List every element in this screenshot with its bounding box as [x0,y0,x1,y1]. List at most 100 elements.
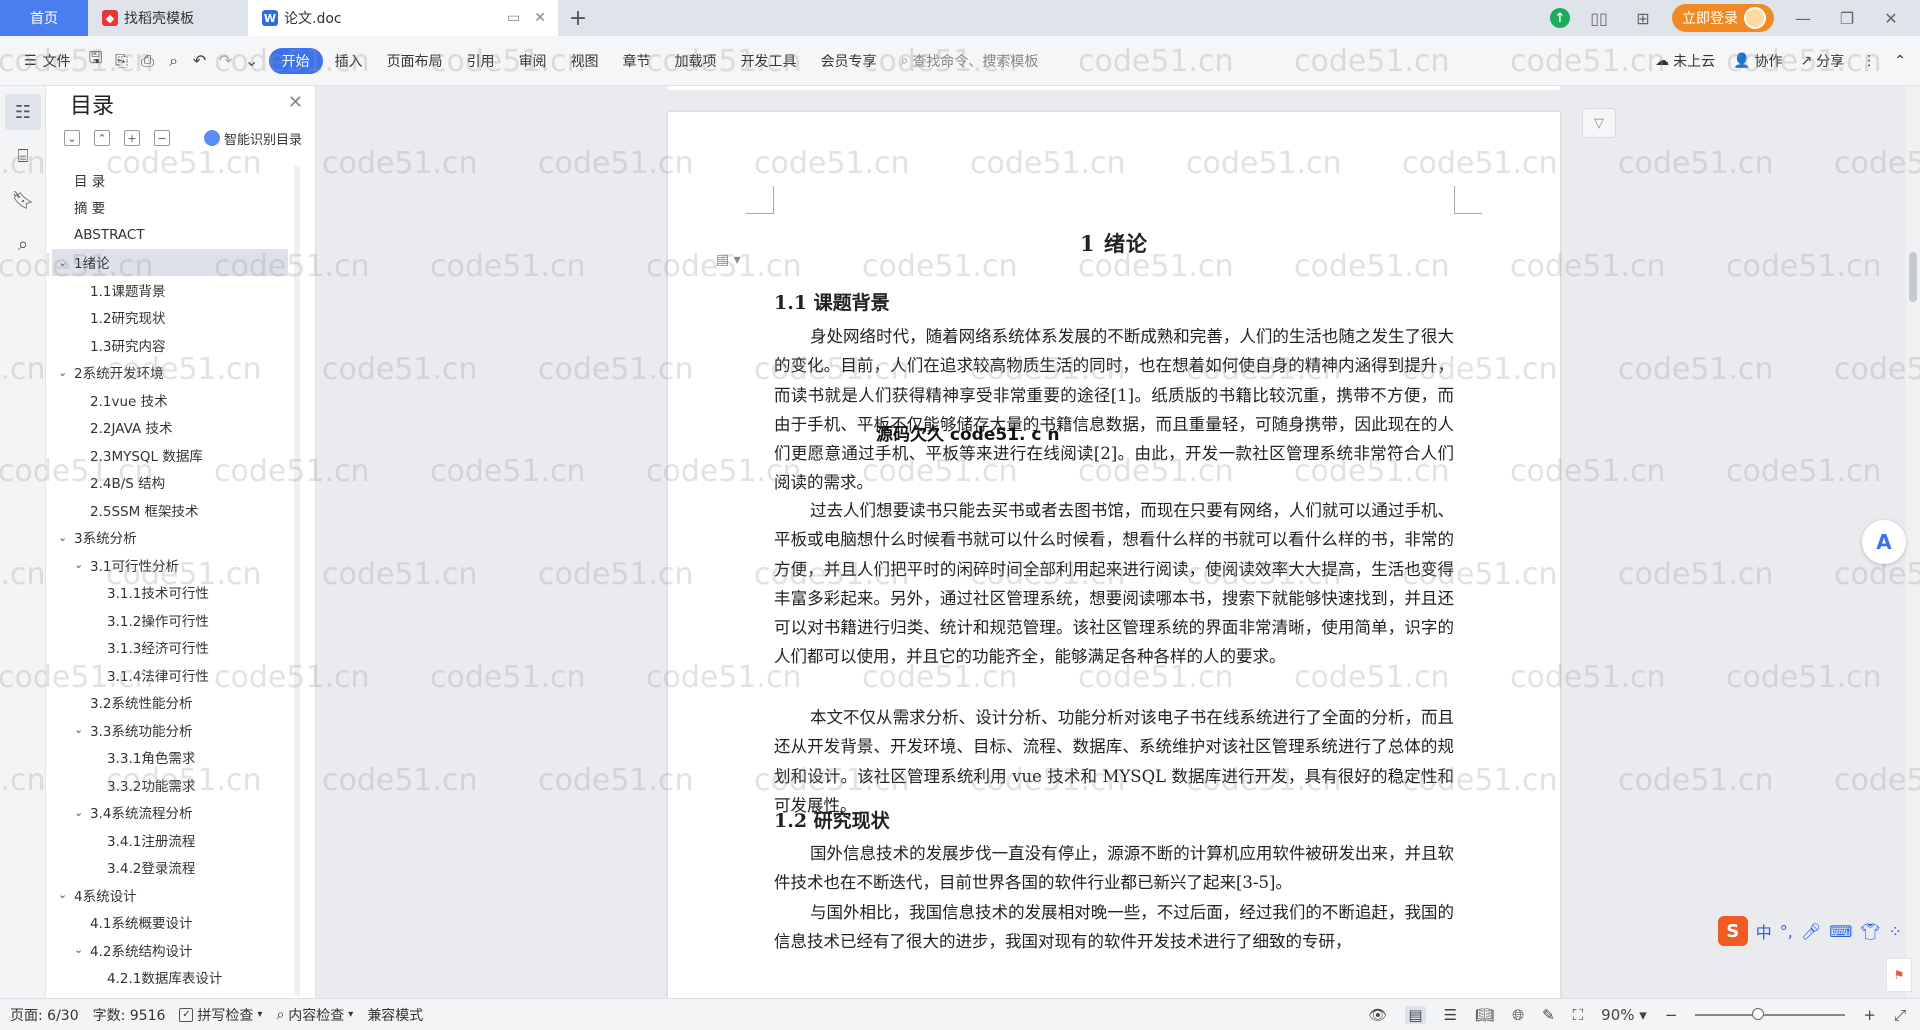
print-icon[interactable]: ⎙ [135,48,161,74]
quick-access-dropdown-icon[interactable]: ⌄ [239,48,265,74]
close-window-icon[interactable]: ✕ [1876,3,1906,33]
close-tab-icon[interactable]: ✕ [534,10,546,26]
reading-view-icon[interactable]: 📖︎ [1475,1006,1494,1024]
ribbon-tab[interactable]: 视图 [559,48,611,74]
export-icon[interactable]: ⎘ [109,48,135,74]
toc-item[interactable]: ⌄ 3.3系统功能分析 [52,716,288,744]
toc-item[interactable]: 4.1系统概要设计 [52,909,288,937]
toc-item[interactable]: ABSTRACT [52,221,288,249]
more-icon[interactable]: ⋮ [1862,53,1876,69]
zoom-slider[interactable] [1695,1008,1846,1020]
chevron-down-icon[interactable]: ⌄ [58,531,67,544]
assistant-icon[interactable]: A [1862,520,1906,564]
toc-item[interactable]: 3.1.4法律可行性 [52,661,288,689]
toc-panel-icon[interactable]: ☷ [5,94,41,130]
new-tab-button[interactable]: + [558,0,598,36]
toc-item[interactable]: 3.1.3经济可行性 [52,634,288,662]
login-button[interactable]: 立即登录 [1672,4,1774,32]
share-button[interactable]: ↗ 分享 [1801,51,1845,71]
toc-item[interactable]: 3.3.1角色需求 [52,744,288,772]
collab-button[interactable]: 👤 协作 [1733,51,1782,71]
ribbon-tab[interactable]: 章节 [611,48,663,74]
filter-icon[interactable]: ▽ [1582,108,1616,138]
outline-view-icon[interactable]: ☰ [1444,1006,1457,1024]
zoom-out-icon[interactable]: − [1665,1006,1678,1024]
save-icon[interactable]: 🖫 [83,48,109,74]
toc-item[interactable]: 3.2系统性能分析 [52,689,288,717]
bookmark-icon[interactable]: 🔖︎ [5,182,41,218]
remove-heading-icon[interactable]: − [154,130,170,146]
toc-item[interactable]: ⌄ 2系统开发环境 [52,359,288,387]
toc-item[interactable]: ⌄ 3.1可行性分析 [52,551,288,579]
file-menu[interactable]: ☰ 文件 [12,48,83,74]
toc-item[interactable]: ⌄ 4.2系统结构设计 [52,936,288,964]
vertical-scrollbar[interactable] [1906,86,1920,998]
zoom-level[interactable]: 90% ▾ [1601,1006,1647,1024]
document-page[interactable]: ▤ ▾ 1 绪论 1.1 课题背景 身处网络时代，随着网络系统体系发展的不断成熟… [668,112,1560,998]
toc-item[interactable]: 2.2JAVA 技术 [52,414,288,442]
chevron-down-icon[interactable]: ⌄ [58,888,67,901]
toc-item[interactable]: 1.3研究内容 [52,331,288,359]
navigation-icon[interactable]: ⌸ [5,138,41,174]
toc-item[interactable]: 2.3MYSQL 数据库 [52,441,288,469]
zoom-slider-knob[interactable] [1752,1008,1765,1020]
fullscreen-icon[interactable]: ⤢ [1894,1006,1906,1024]
toc-item[interactable]: 3.1.1技术可行性 [52,579,288,607]
toc-item[interactable]: 2.5SSM 框架技术 [52,496,288,524]
toc-item[interactable]: 目 录 [52,166,288,194]
chevron-down-icon[interactable]: ⌄ [74,558,83,571]
toc-item[interactable]: 3.3.2功能需求 [52,771,288,799]
chevron-down-icon[interactable]: ⌄ [74,723,83,736]
tab-template[interactable]: ◆ 找稻壳模板 [88,0,248,36]
find-icon[interactable]: ⌕ [5,226,41,262]
scrollbar-thumb[interactable] [1909,252,1917,302]
toc-item[interactable]: 摘 要 [52,194,288,222]
spell-check-toggle[interactable]: ✓ 拼写检查 ▾ [179,1005,262,1025]
layout-icon[interactable]: ▯▯ [1584,3,1614,33]
ribbon-tab[interactable]: 开发工具 [729,48,809,74]
ribbon-tab[interactable]: 审阅 [507,48,559,74]
content-check-button[interactable]: ⌕ 内容检查 ▾ [276,1005,353,1025]
toc-item[interactable]: 3.1.2操作可行性 [52,606,288,634]
cloud-button[interactable]: ☁ 未上云 [1655,51,1715,71]
redo-icon[interactable]: ↷ [213,48,239,74]
print-preview-icon[interactable]: ⌕ [161,48,187,74]
toc-scrollbar[interactable] [294,166,300,996]
ribbon-tab[interactable]: 会员专享 [809,48,889,74]
ribbon-tab[interactable]: 页面布局 [375,48,455,74]
fit-page-icon[interactable]: ⛶ [1573,1006,1584,1024]
page-indicator[interactable]: 页面: 6/30 [10,1005,79,1025]
ribbon-tab[interactable]: 引用 [455,48,507,74]
toc-item[interactable]: 3.4.2登录流程 [52,854,288,882]
eye-protect-icon[interactable]: 👁︎ [1368,1006,1387,1024]
collapse-ribbon-icon[interactable]: ⌃ [1894,53,1906,69]
toc-item[interactable]: 3.4.1注册流程 [52,826,288,854]
close-icon[interactable]: ✕ [288,92,303,113]
restore-icon[interactable]: ❐ [1832,3,1862,33]
expand-all-icon[interactable]: ⌄ [64,130,80,146]
toc-item[interactable]: 2.1vue 技术 [52,386,288,414]
add-heading-icon[interactable]: + [124,130,140,146]
undo-icon[interactable]: ↶ [187,48,213,74]
ribbon-tab[interactable]: 插入 [323,48,375,74]
page-view-icon[interactable]: ▤ [1405,1006,1426,1024]
chevron-down-icon[interactable]: ⌄ [58,256,67,269]
toc-item[interactable]: 4.2.1数据库表设计 [52,964,288,992]
smart-toc-button[interactable]: 智能识别目录 [204,129,302,148]
tab-home[interactable]: 首页 [0,0,88,36]
toc-item[interactable]: ⌄ 3系统分析 [52,524,288,552]
window-float-icon[interactable]: ▭ [507,10,520,26]
toc-item[interactable]: ⌄ 4系统设计 [52,881,288,909]
ribbon-tab[interactable]: 开始 [268,47,323,74]
toc-item[interactable]: 1.2研究现状 [52,304,288,332]
chevron-down-icon[interactable]: ⌄ [74,943,83,956]
ime-toolbar[interactable]: S 中 °, 🎤︎ ⌨ 👕︎ ⁘ [1717,913,1902,949]
toc-item[interactable]: ⌄ 1绪论 [52,248,288,276]
collapse-all-icon[interactable]: ⌃ [94,130,110,146]
tab-document[interactable]: W 论文.doc ▭ ✕ [248,0,558,36]
pen-icon[interactable]: ✎ [1542,1006,1555,1024]
toc-item[interactable]: ⌄ 3.4系统流程分析 [52,799,288,827]
minimize-icon[interactable]: — [1788,3,1818,33]
upgrade-icon[interactable]: ↑ [1550,8,1570,28]
toc-item[interactable]: 2.4B/S 结构 [52,469,288,497]
